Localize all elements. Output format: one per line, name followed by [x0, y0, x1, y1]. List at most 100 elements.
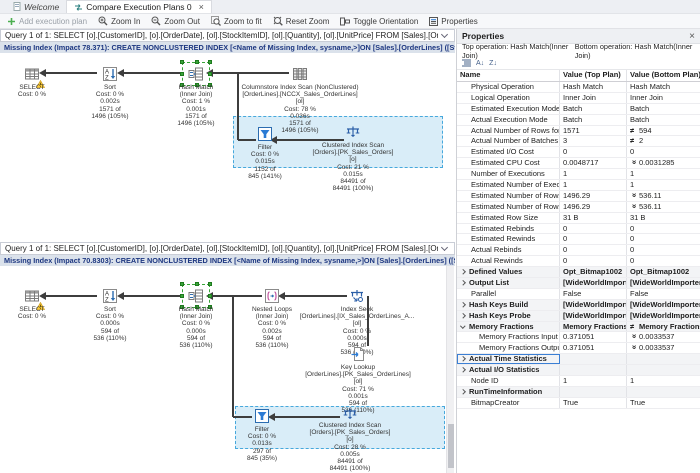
tab-compare-execution-plans[interactable]: Compare Execution Plans 0 ×	[66, 0, 212, 13]
reset-zoom-button[interactable]: Reset Zoom	[273, 16, 330, 26]
close-icon[interactable]: ×	[689, 31, 695, 42]
property-row[interactable]: BitmapCreatorTrueTrue	[457, 398, 700, 409]
categorized-icon[interactable]	[462, 59, 471, 69]
property-value-bottom: »0.0033537	[627, 332, 700, 342]
chevron-down-icon[interactable]	[441, 244, 448, 251]
selection-handle[interactable]	[208, 282, 212, 286]
selection-handle[interactable]	[180, 282, 184, 286]
zoom-to-fit-button[interactable]: Zoom to fit	[211, 16, 262, 26]
svg-text:Z: Z	[105, 298, 109, 304]
property-name: Estimated Number of Executions	[457, 180, 560, 190]
property-row[interactable]: Estimated Rebinds00	[457, 224, 700, 235]
plan-1-node-filter[interactable]	[257, 126, 273, 142]
expander-down-icon[interactable]	[460, 323, 465, 328]
plan-2-missing-index-banner[interactable]: Missing Index (Impact 70.8303): CREATE N…	[0, 255, 455, 266]
zoom-in-button[interactable]: Zoom In	[98, 16, 140, 26]
plan-2-node-index-seek[interactable]	[349, 288, 365, 304]
selection-handle[interactable]	[208, 72, 212, 76]
add-execution-plan-button[interactable]: Add execution plan	[7, 17, 87, 26]
tab-welcome[interactable]: Welcome	[6, 0, 66, 13]
plan-2-scrollbar[interactable]	[446, 266, 454, 473]
column-header-value-top[interactable]: Value (Top Plan)	[560, 70, 627, 81]
toolbar: Add execution plan Zoom In Zoom Out Zoom to…	[0, 14, 700, 29]
caption-line: 594 of	[164, 335, 228, 342]
property-row[interactable]: RunTimeInformation	[457, 387, 700, 398]
property-row[interactable]: ParallelFalseFalse	[457, 289, 700, 300]
column-header-name[interactable]: Name	[457, 70, 560, 81]
plan-1-node-hash-match[interactable]	[188, 66, 204, 82]
expander-right-icon[interactable]	[460, 357, 465, 362]
zoom-out-icon	[151, 16, 161, 26]
expander-right-icon[interactable]	[460, 368, 465, 373]
plan-2-node-clustered-index-scan[interactable]	[342, 406, 358, 422]
plan-2-node-filter[interactable]	[254, 408, 270, 424]
property-row[interactable]: Estimated Number of Rows for All...1496.…	[457, 202, 700, 213]
property-row[interactable]: Actual Time Statistics	[457, 354, 700, 365]
property-row[interactable]: Actual Execution ModeBatchBatch	[457, 115, 700, 126]
property-row[interactable]: Actual Number of Rows for All Ex...1571≠…	[457, 126, 700, 137]
tab-close-icon[interactable]: ×	[199, 2, 204, 12]
plan-2-node-sort[interactable]: AZ	[102, 288, 118, 304]
selection-handle[interactable]	[180, 294, 184, 298]
chevron-down-icon[interactable]	[441, 31, 448, 38]
sort-ascending-icon[interactable]: A↓	[476, 60, 484, 67]
caption-line: Filter	[235, 144, 295, 151]
zoom-out-button[interactable]: Zoom Out	[151, 16, 200, 26]
column-header-value-bottom[interactable]: Value (Bottom Plan)	[627, 70, 700, 81]
plan-1-query-selector[interactable]: Query 1 of 1: SELECT [o].[CustomerID], […	[0, 29, 455, 42]
plan-1-node-columnstore-index-scan[interactable]	[292, 66, 308, 82]
plan-edge	[123, 72, 183, 74]
plan-2-node-nested-loops[interactable]	[264, 288, 280, 304]
sort-descending-icon[interactable]: Z↓	[489, 60, 497, 67]
property-row[interactable]: Estimated I/O Cost00	[457, 147, 700, 158]
plan-2-node-hash-match[interactable]	[188, 288, 204, 304]
property-row[interactable]: Memory FractionsMemory Fractions Inpu...…	[457, 322, 700, 333]
property-row[interactable]: Actual I/O Statistics	[457, 365, 700, 376]
plan-1-node-sort[interactable]: AZ	[102, 66, 118, 82]
selection-handle[interactable]	[208, 294, 212, 298]
caption-line: 0.013s	[232, 440, 292, 447]
property-value-top: 1496.29	[560, 191, 627, 201]
properties-grid: Physical OperationHash MatchHash MatchLo…	[457, 82, 700, 409]
property-row[interactable]: Actual Number of Batches3≠2	[457, 136, 700, 147]
property-row[interactable]: Hash Keys Probe[WideWorldImporters]...[W…	[457, 311, 700, 322]
expander-right-icon[interactable]	[460, 280, 465, 285]
plan-2-query-selector[interactable]: Query 1 of 1: SELECT [o].[CustomerID], […	[0, 242, 455, 255]
toggle-orientation-button[interactable]: Toggle Orientation	[340, 17, 418, 26]
plan-1-missing-index-banner[interactable]: Missing Index (Impact 78.371): CREATE NO…	[0, 42, 455, 53]
caption-line: 84491 of	[295, 458, 405, 465]
property-row[interactable]: Node ID11	[457, 376, 700, 387]
property-row[interactable]: Defined ValuesOpt_Bitmap1002Opt_Bitmap10…	[457, 267, 700, 278]
property-row[interactable]: Estimated Rewinds00	[457, 234, 700, 245]
expander-right-icon[interactable]	[460, 313, 465, 318]
selection-handle[interactable]	[180, 60, 184, 64]
property-row[interactable]: Hash Keys Build[WideWorldImporters]...[W…	[457, 300, 700, 311]
property-row[interactable]: Estimated Number of Rows Per Ex...1496.2…	[457, 191, 700, 202]
plan-2-node-key-lookup[interactable]	[350, 346, 366, 362]
properties-button[interactable]: Properties	[429, 17, 477, 26]
scrollbar-thumb[interactable]	[448, 424, 454, 468]
property-value-top: 0.371051	[560, 332, 627, 342]
plan-1-node-clustered-index-scan[interactable]	[345, 124, 361, 140]
selection-handle[interactable]	[208, 60, 212, 64]
expander-right-icon[interactable]	[460, 270, 465, 275]
expander-right-icon[interactable]	[460, 389, 465, 394]
property-row[interactable]: Estimated Execution ModeBatchBatch	[457, 104, 700, 115]
property-row[interactable]: Estimated CPU Cost0.0048717»0.0031285	[457, 158, 700, 169]
selection-handle[interactable]	[195, 60, 199, 64]
property-row[interactable]: Actual Rebinds00	[457, 245, 700, 256]
property-value-top	[560, 387, 627, 397]
property-row[interactable]: Estimated Row Size31 B31 B	[457, 213, 700, 224]
property-row[interactable]: Memory Fractions Input0.371051»0.0033537	[457, 332, 700, 343]
property-row[interactable]: Number of Executions11	[457, 169, 700, 180]
property-row[interactable]: Logical OperationInner JoinInner Join	[457, 93, 700, 104]
selection-handle[interactable]	[195, 282, 199, 286]
property-row[interactable]: Memory Fractions Output0.371051»0.003353…	[457, 343, 700, 354]
property-row[interactable]: Physical OperationHash MatchHash Match	[457, 82, 700, 93]
property-row[interactable]: Actual Rewinds00	[457, 256, 700, 267]
expander-right-icon[interactable]	[460, 302, 465, 307]
property-row[interactable]: Output List[WideWorldImporters]...[WideW…	[457, 278, 700, 289]
caption-line: [OrderLines].[PK_Sales_OrderLines]	[291, 371, 426, 378]
selection-handle[interactable]	[180, 72, 184, 76]
property-row[interactable]: Estimated Number of Executions11	[457, 180, 700, 191]
